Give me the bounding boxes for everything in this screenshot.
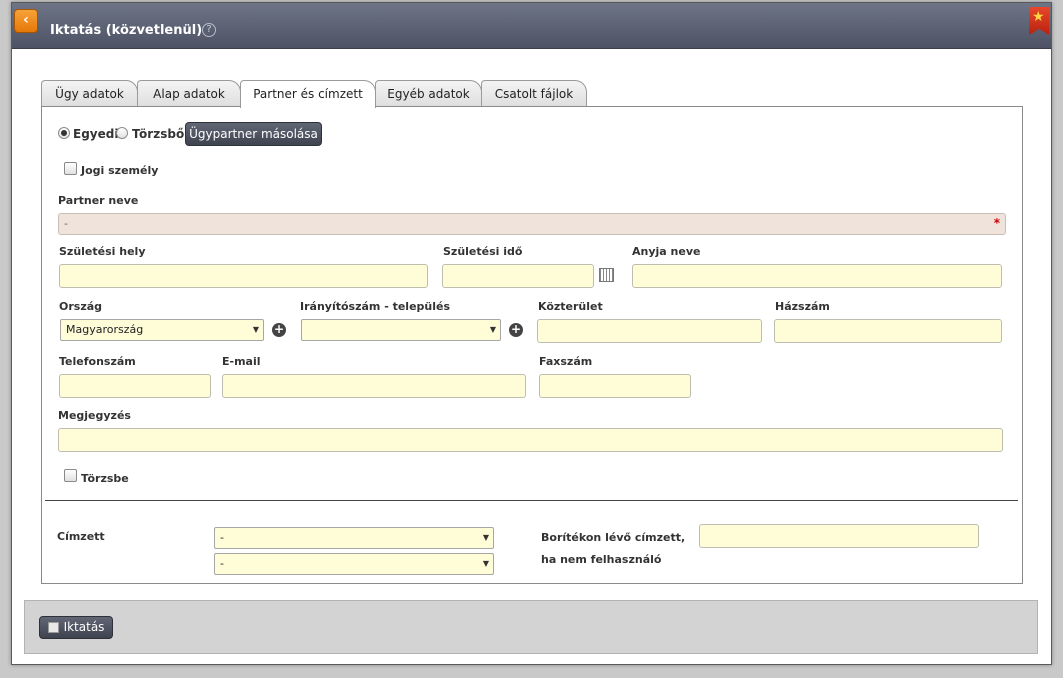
recipient-label: Címzett: [57, 530, 105, 543]
email-label: E-mail: [222, 355, 261, 368]
fax-input[interactable]: [539, 374, 691, 398]
recipient-select-1-value: -: [220, 531, 224, 544]
chevron-down-icon: ▼: [252, 325, 259, 334]
save-to-registry-label: Törzsbe: [81, 472, 129, 485]
house-number-label: Házszám: [775, 300, 830, 313]
save-floppy-icon: [48, 622, 59, 633]
section-divider: [45, 500, 1018, 501]
zip-label: Irányítószám - település: [300, 300, 451, 313]
calendar-icon[interactable]: [599, 268, 614, 282]
radio-individual[interactable]: [58, 127, 70, 139]
envelope-recipient-label: Borítékon lévő címzett, ha nem felhaszná…: [541, 531, 686, 566]
chevron-down-icon: ▼: [482, 533, 489, 542]
mother-name-input[interactable]: [632, 264, 1002, 288]
add-zip-icon[interactable]: +: [509, 323, 523, 337]
partner-name-value: -: [64, 217, 68, 230]
legal-entity-label: Jogi személy: [81, 164, 159, 177]
tab-egyeb-adatok[interactable]: Egyéb adatok: [375, 80, 482, 107]
copy-partner-button[interactable]: Ügypartner másolása: [185, 122, 322, 146]
dialog-window: ‹ Iktatás (közvetlenül) ? ★ Ügy adatok A…: [11, 2, 1052, 665]
radio-registry[interactable]: [116, 127, 128, 139]
birth-date-label: Születési idő: [443, 245, 523, 258]
legal-entity-checkbox[interactable]: [64, 162, 77, 175]
radio-registry-label: Törzsből: [132, 127, 189, 141]
partner-name-field: - *: [58, 213, 1006, 235]
add-country-icon[interactable]: +: [272, 323, 286, 337]
zip-select[interactable]: ▼: [301, 319, 501, 341]
birth-place-input[interactable]: [59, 264, 428, 288]
phone-label: Telefonszám: [59, 355, 136, 368]
country-value: Magyarország: [66, 323, 144, 336]
title-bar: ‹ Iktatás (közvetlenül) ? ★: [12, 3, 1051, 49]
public-space-input[interactable]: [537, 319, 762, 343]
help-icon[interactable]: ?: [202, 23, 216, 37]
tab-alap-adatok[interactable]: Alap adatok: [137, 80, 241, 107]
required-mark: *: [993, 216, 1000, 230]
tab-ugy-adatok[interactable]: Ügy adatok: [41, 80, 138, 107]
note-input[interactable]: [58, 428, 1003, 452]
phone-input[interactable]: [59, 374, 211, 398]
window-title: Iktatás (közvetlenül): [50, 23, 203, 38]
favorite-bookmark-icon[interactable]: ★: [1029, 7, 1049, 35]
submit-label: Iktatás: [63, 620, 105, 634]
public-space-label: Közterület: [538, 300, 603, 313]
country-label: Ország: [59, 300, 103, 313]
house-number-input[interactable]: [774, 319, 1002, 343]
submit-iktatas-button[interactable]: Iktatás: [39, 616, 113, 639]
chevron-down-icon: ▼: [482, 559, 489, 568]
country-select[interactable]: Magyarország ▼: [60, 319, 264, 341]
radio-individual-label: Egyedi: [73, 127, 119, 141]
tab-csatolt-fajlok[interactable]: Csatolt fájlok: [481, 80, 587, 107]
tab-partner-es-cimzett[interactable]: Partner és címzett: [240, 80, 376, 108]
tab-panel: Egyedi Törzsből Ügypartner másolása Jogi…: [41, 106, 1023, 584]
partner-name-label: Partner neve: [58, 194, 139, 207]
footer-bar: Iktatás: [24, 600, 1038, 654]
envelope-recipient-input[interactable]: [699, 524, 979, 548]
fax-label: Faxszám: [539, 355, 593, 368]
mother-name-label: Anyja neve: [632, 245, 701, 258]
back-arrow-icon: ‹: [23, 12, 29, 28]
back-button[interactable]: ‹: [14, 9, 38, 33]
birth-date-input[interactable]: [442, 264, 594, 288]
chevron-down-icon: ▼: [489, 325, 496, 334]
save-to-registry-checkbox[interactable]: [64, 469, 77, 482]
email-input[interactable]: [222, 374, 526, 398]
recipient-select-2-value: -: [220, 557, 224, 570]
recipient-select-2[interactable]: - ▼: [214, 553, 494, 575]
recipient-select-1[interactable]: - ▼: [214, 527, 494, 549]
note-label: Megjegyzés: [58, 409, 131, 422]
birth-place-label: Születési hely: [59, 245, 146, 258]
